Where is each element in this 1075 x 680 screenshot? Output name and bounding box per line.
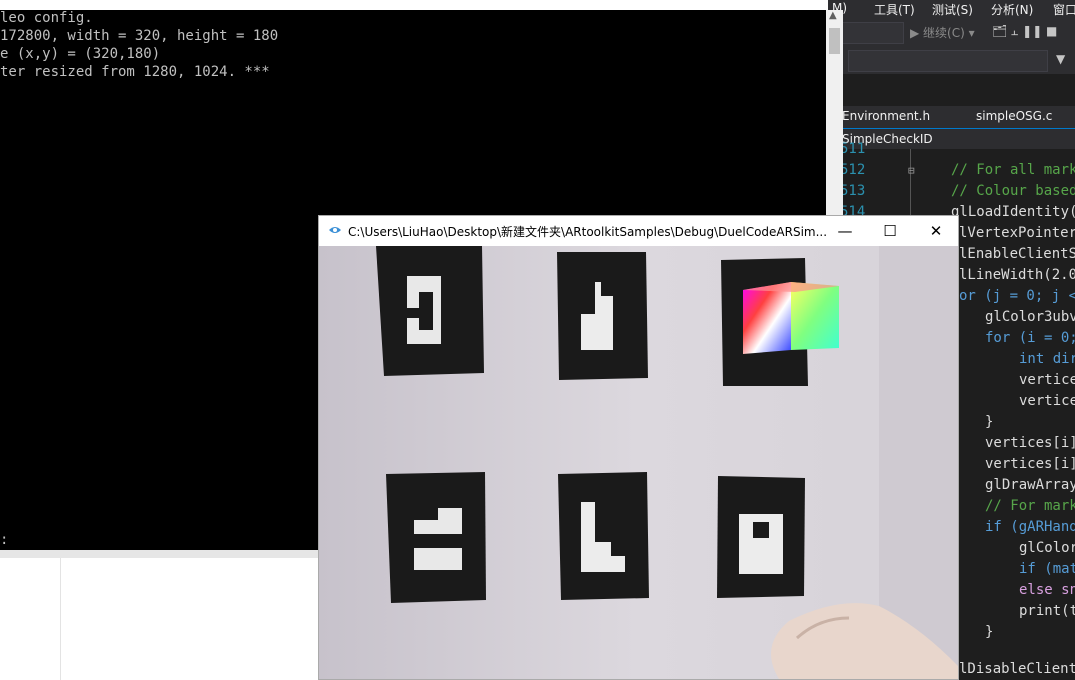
console-line: 172800, width = 320, height = 180 xyxy=(0,28,279,44)
code-line: glLoadIdentity( xyxy=(951,204,1075,220)
document-tabs: Environment.h simpleOSG.c xyxy=(828,106,1075,128)
code-line: lLineWidth(2.0 xyxy=(959,267,1075,283)
console-line: ter resized from 1280, 1024. *** xyxy=(0,64,270,80)
code-line: glDrawArray xyxy=(985,477,1075,493)
tab-environment-h[interactable]: Environment.h xyxy=(842,109,930,123)
app-icon xyxy=(329,227,341,233)
virtual-cube xyxy=(743,282,839,354)
code-line: } xyxy=(985,414,994,430)
code-line: // For all mark xyxy=(951,162,1075,178)
code-line: or (j = 0; j < xyxy=(959,288,1075,304)
console-titlebar xyxy=(0,0,828,10)
fiducial-marker xyxy=(717,476,805,598)
code-line: print(t xyxy=(1019,603,1075,619)
config-combo[interactable] xyxy=(842,22,904,44)
fiducial-marker xyxy=(558,472,649,600)
continue-button[interactable]: ▶ 继续(C) ▾ xyxy=(910,24,975,41)
console-prompt: : xyxy=(0,532,9,548)
scroll-thumb[interactable] xyxy=(829,28,840,54)
code-line: else sn xyxy=(1019,582,1075,598)
maximize-button[interactable]: ☐ xyxy=(867,216,913,246)
code-line: if (gARHand xyxy=(985,519,1075,535)
ar-titlebar[interactable]: C:\Users\LiuHao\Desktop\新建文件夹\ARtoolkitS… xyxy=(319,216,958,246)
ar-window[interactable]: C:\Users\LiuHao\Desktop\新建文件夹\ARtoolkitS… xyxy=(318,215,959,680)
menu-item-tools[interactable]: 工具(T) xyxy=(874,1,915,18)
vs-second-toolbar: ▼ xyxy=(828,48,1075,74)
debug-toolbar-icons[interactable]: 🗂 ⫠ ❚❚ ■ xyxy=(992,24,1057,39)
vs-toolbar: ▶ 继续(C) ▾ 🗂 ⫠ ❚❚ ■ xyxy=(828,18,1075,48)
code-line: int dir xyxy=(1019,351,1075,367)
code-line: if (mat xyxy=(1019,561,1075,577)
console-line: e (x,y) = (320,180) xyxy=(0,46,161,62)
filter-icon[interactable]: ▼ xyxy=(1056,52,1065,66)
camera-view[interactable] xyxy=(319,246,958,679)
menu-item-window[interactable]: 窗口 xyxy=(1053,1,1075,18)
line-number: 512 xyxy=(840,162,866,178)
camera-frame xyxy=(319,246,958,679)
tab-simpleosg-c[interactable]: simpleOSG.c xyxy=(976,109,1052,123)
fiducial-marker xyxy=(557,252,648,380)
code-line: glColor3ubv xyxy=(985,309,1075,325)
code-line: lEnableClientS xyxy=(959,246,1075,262)
process-combo[interactable] xyxy=(848,50,1048,72)
code-line: vertices[i] xyxy=(985,435,1075,451)
code-line: // For mark xyxy=(985,498,1075,514)
code-line: vertice xyxy=(1019,393,1075,409)
console-line: leo config. xyxy=(0,10,93,26)
console-border xyxy=(0,550,318,558)
minimize-button[interactable]: — xyxy=(822,216,868,246)
code-line: lVertexPointer xyxy=(959,225,1075,241)
menu-item-test[interactable]: 测试(S) xyxy=(932,1,973,18)
code-line: vertice xyxy=(1019,372,1075,388)
scroll-up-arrow-icon[interactable]: ▲ xyxy=(829,10,837,21)
code-line: } xyxy=(985,624,994,640)
code-line: vertices[i] xyxy=(985,456,1075,472)
code-line: // Colour based xyxy=(951,183,1075,199)
collapse-icon[interactable]: ⊟ xyxy=(908,164,915,177)
menu-item-analyze[interactable]: 分析(N) xyxy=(991,1,1033,18)
line-number: 513 xyxy=(840,183,866,199)
code-line: lDisableClient xyxy=(959,661,1075,677)
line-number: 511 xyxy=(840,141,866,157)
fiducial-marker xyxy=(386,472,486,603)
code-line: for (i = 0; xyxy=(985,330,1075,346)
close-button[interactable]: ✕ xyxy=(913,216,959,246)
fiducial-marker xyxy=(376,246,484,376)
window-title: C:\Users\LiuHao\Desktop\新建文件夹\ARtoolkitS… xyxy=(348,225,828,239)
vs-menubar: M) 工具(T) 测试(S) 分析(N) 窗口 xyxy=(828,0,1075,18)
code-line: glColor xyxy=(1019,540,1075,556)
continue-label: 继续(C) xyxy=(923,26,965,40)
divider xyxy=(60,558,61,680)
